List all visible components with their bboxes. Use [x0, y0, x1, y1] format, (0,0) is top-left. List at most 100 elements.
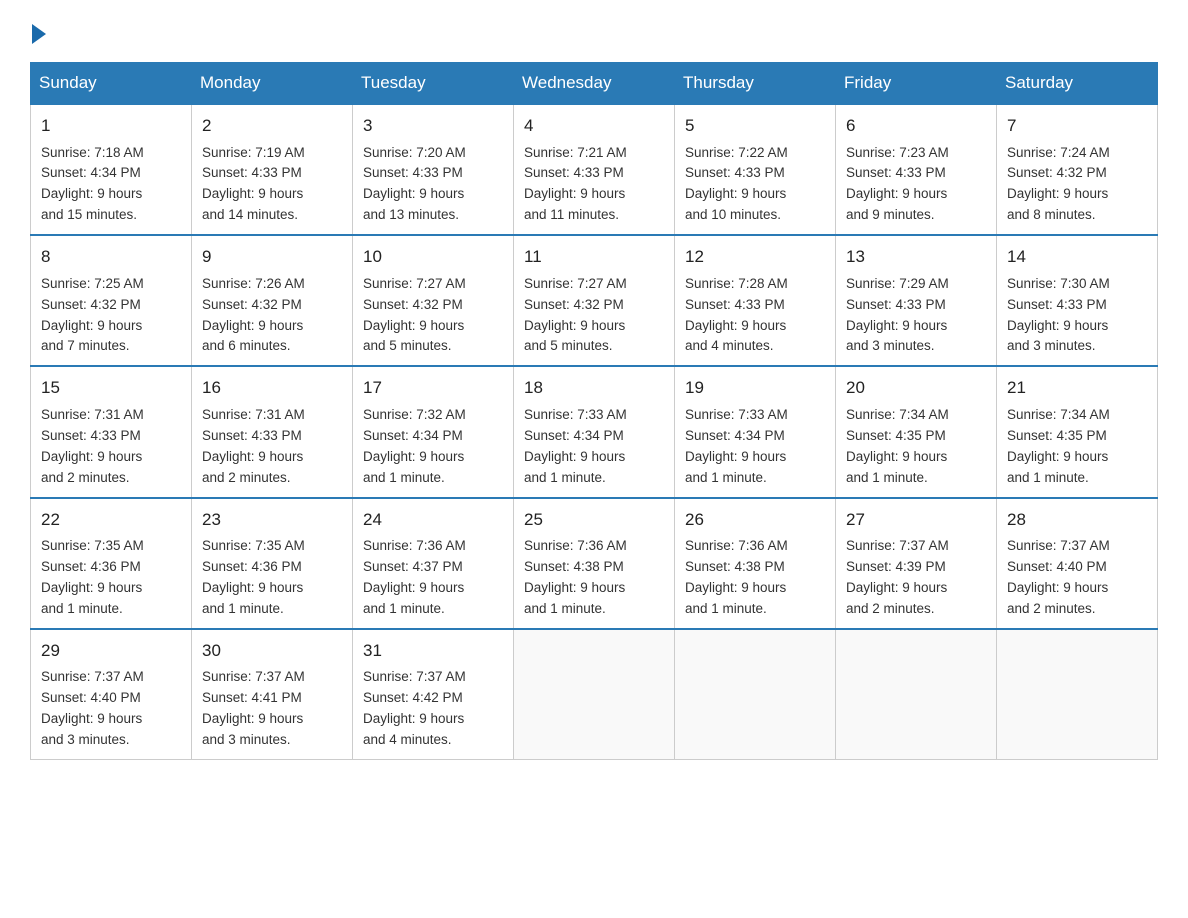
col-header-tuesday: Tuesday — [353, 63, 514, 105]
calendar-cell: 28 Sunrise: 7:37 AMSunset: 4:40 PMDayligh… — [997, 498, 1158, 629]
day-info: Sunrise: 7:18 AMSunset: 4:34 PMDaylight:… — [41, 143, 181, 227]
day-info: Sunrise: 7:23 AMSunset: 4:33 PMDaylight:… — [846, 143, 986, 227]
calendar-cell: 13 Sunrise: 7:29 AMSunset: 4:33 PMDayligh… — [836, 235, 997, 366]
calendar-cell: 5 Sunrise: 7:22 AMSunset: 4:33 PMDaylight… — [675, 104, 836, 235]
day-number: 14 — [1007, 244, 1147, 270]
day-info: Sunrise: 7:31 AMSunset: 4:33 PMDaylight:… — [202, 405, 342, 489]
day-number: 9 — [202, 244, 342, 270]
day-info: Sunrise: 7:34 AMSunset: 4:35 PMDaylight:… — [846, 405, 986, 489]
col-header-saturday: Saturday — [997, 63, 1158, 105]
day-info: Sunrise: 7:36 AMSunset: 4:38 PMDaylight:… — [524, 536, 664, 620]
calendar-cell: 11 Sunrise: 7:27 AMSunset: 4:32 PMDayligh… — [514, 235, 675, 366]
day-number: 25 — [524, 507, 664, 533]
col-header-monday: Monday — [192, 63, 353, 105]
calendar-cell: 21 Sunrise: 7:34 AMSunset: 4:35 PMDayligh… — [997, 366, 1158, 497]
day-number: 15 — [41, 375, 181, 401]
calendar-cell: 20 Sunrise: 7:34 AMSunset: 4:35 PMDayligh… — [836, 366, 997, 497]
day-info: Sunrise: 7:19 AMSunset: 4:33 PMDaylight:… — [202, 143, 342, 227]
col-header-thursday: Thursday — [675, 63, 836, 105]
week-row-5: 29Sunrise: 7:37 AMSunset: 4:40 PMDayligh… — [31, 629, 1158, 760]
day-info: Sunrise: 7:35 AMSunset: 4:36 PMDaylight:… — [202, 536, 342, 620]
day-number: 20 — [846, 375, 986, 401]
day-number: 18 — [524, 375, 664, 401]
calendar-cell: 24 Sunrise: 7:36 AMSunset: 4:37 PMDayligh… — [353, 498, 514, 629]
day-info: Sunrise: 7:37 AMSunset: 4:41 PMDaylight:… — [202, 667, 342, 751]
day-info: Sunrise: 7:20 AMSunset: 4:33 PMDaylight:… — [363, 143, 503, 227]
day-number: 24 — [363, 507, 503, 533]
calendar-cell: 22 Sunrise: 7:35 AMSunset: 4:36 PMDayligh… — [31, 498, 192, 629]
day-number: 2 — [202, 113, 342, 139]
calendar-cell: 2 Sunrise: 7:19 AMSunset: 4:33 PMDaylight… — [192, 104, 353, 235]
day-number: 11 — [524, 244, 664, 270]
day-info: Sunrise: 7:37 AMSunset: 4:42 PMDaylight:… — [363, 667, 503, 751]
day-number: 10 — [363, 244, 503, 270]
calendar-header-row: SundayMondayTuesdayWednesdayThursdayFrid… — [31, 63, 1158, 105]
day-info: Sunrise: 7:35 AMSunset: 4:36 PMDaylight:… — [41, 536, 181, 620]
calendar-cell: 19 Sunrise: 7:33 AMSunset: 4:34 PMDayligh… — [675, 366, 836, 497]
day-info: Sunrise: 7:27 AMSunset: 4:32 PMDaylight:… — [524, 274, 664, 358]
calendar-cell: 26Sunrise: 7:36 AMSunset: 4:38 PMDayligh… — [675, 498, 836, 629]
day-number: 16 — [202, 375, 342, 401]
day-info: Sunrise: 7:31 AMSunset: 4:33 PMDaylight:… — [41, 405, 181, 489]
calendar-cell: 12 Sunrise: 7:28 AMSunset: 4:33 PMDayligh… — [675, 235, 836, 366]
week-row-3: 15 Sunrise: 7:31 AMSunset: 4:33 PMDayligh… — [31, 366, 1158, 497]
calendar-cell: 1Sunrise: 7:18 AMSunset: 4:34 PMDaylight… — [31, 104, 192, 235]
day-info: Sunrise: 7:34 AMSunset: 4:35 PMDaylight:… — [1007, 405, 1147, 489]
day-info: Sunrise: 7:26 AMSunset: 4:32 PMDaylight:… — [202, 274, 342, 358]
day-info: Sunrise: 7:28 AMSunset: 4:33 PMDaylight:… — [685, 274, 825, 358]
calendar-cell: 31 Sunrise: 7:37 AMSunset: 4:42 PMDayligh… — [353, 629, 514, 760]
day-number: 19 — [685, 375, 825, 401]
day-number: 31 — [363, 638, 503, 664]
day-number: 4 — [524, 113, 664, 139]
day-info: Sunrise: 7:27 AMSunset: 4:32 PMDaylight:… — [363, 274, 503, 358]
calendar-cell: 7 Sunrise: 7:24 AMSunset: 4:32 PMDaylight… — [997, 104, 1158, 235]
day-info: Sunrise: 7:33 AMSunset: 4:34 PMDaylight:… — [685, 405, 825, 489]
day-number: 26 — [685, 507, 825, 533]
day-info: Sunrise: 7:37 AMSunset: 4:40 PMDaylight:… — [1007, 536, 1147, 620]
day-info: Sunrise: 7:29 AMSunset: 4:33 PMDaylight:… — [846, 274, 986, 358]
day-info: Sunrise: 7:21 AMSunset: 4:33 PMDaylight:… — [524, 143, 664, 227]
day-number: 27 — [846, 507, 986, 533]
day-number: 28 — [1007, 507, 1147, 533]
day-info: Sunrise: 7:37 AMSunset: 4:40 PMDaylight:… — [41, 667, 181, 751]
calendar-cell: 29Sunrise: 7:37 AMSunset: 4:40 PMDayligh… — [31, 629, 192, 760]
calendar-cell: 16 Sunrise: 7:31 AMSunset: 4:33 PMDayligh… — [192, 366, 353, 497]
day-info: Sunrise: 7:32 AMSunset: 4:34 PMDaylight:… — [363, 405, 503, 489]
calendar-cell: 23 Sunrise: 7:35 AMSunset: 4:36 PMDayligh… — [192, 498, 353, 629]
col-header-wednesday: Wednesday — [514, 63, 675, 105]
calendar-cell — [514, 629, 675, 760]
day-info: Sunrise: 7:36 AMSunset: 4:37 PMDaylight:… — [363, 536, 503, 620]
day-number: 30 — [202, 638, 342, 664]
logo-arrow-icon — [32, 24, 46, 44]
calendar-cell: 10 Sunrise: 7:27 AMSunset: 4:32 PMDayligh… — [353, 235, 514, 366]
day-number: 23 — [202, 507, 342, 533]
day-info: Sunrise: 7:22 AMSunset: 4:33 PMDaylight:… — [685, 143, 825, 227]
day-number: 12 — [685, 244, 825, 270]
week-row-2: 8 Sunrise: 7:25 AMSunset: 4:32 PMDaylight… — [31, 235, 1158, 366]
calendar-cell: 8 Sunrise: 7:25 AMSunset: 4:32 PMDaylight… — [31, 235, 192, 366]
day-number: 8 — [41, 244, 181, 270]
day-info: Sunrise: 7:25 AMSunset: 4:32 PMDaylight:… — [41, 274, 181, 358]
calendar-cell: 9 Sunrise: 7:26 AMSunset: 4:32 PMDaylight… — [192, 235, 353, 366]
calendar-cell: 6 Sunrise: 7:23 AMSunset: 4:33 PMDaylight… — [836, 104, 997, 235]
day-number: 22 — [41, 507, 181, 533]
day-number: 6 — [846, 113, 986, 139]
calendar-cell: 4 Sunrise: 7:21 AMSunset: 4:33 PMDaylight… — [514, 104, 675, 235]
calendar-cell: 15 Sunrise: 7:31 AMSunset: 4:33 PMDayligh… — [31, 366, 192, 497]
day-number: 13 — [846, 244, 986, 270]
day-number: 21 — [1007, 375, 1147, 401]
day-number: 7 — [1007, 113, 1147, 139]
calendar-cell — [675, 629, 836, 760]
day-number: 5 — [685, 113, 825, 139]
calendar-cell: 14Sunrise: 7:30 AMSunset: 4:33 PMDayligh… — [997, 235, 1158, 366]
calendar-cell: 18Sunrise: 7:33 AMSunset: 4:34 PMDayligh… — [514, 366, 675, 497]
logo — [30, 20, 46, 44]
calendar-cell — [997, 629, 1158, 760]
calendar-cell: 27Sunrise: 7:37 AMSunset: 4:39 PMDayligh… — [836, 498, 997, 629]
calendar-cell: 25 Sunrise: 7:36 AMSunset: 4:38 PMDayligh… — [514, 498, 675, 629]
day-number: 17 — [363, 375, 503, 401]
calendar-cell: 30 Sunrise: 7:37 AMSunset: 4:41 PMDayligh… — [192, 629, 353, 760]
day-number: 3 — [363, 113, 503, 139]
day-info: Sunrise: 7:24 AMSunset: 4:32 PMDaylight:… — [1007, 143, 1147, 227]
col-header-sunday: Sunday — [31, 63, 192, 105]
